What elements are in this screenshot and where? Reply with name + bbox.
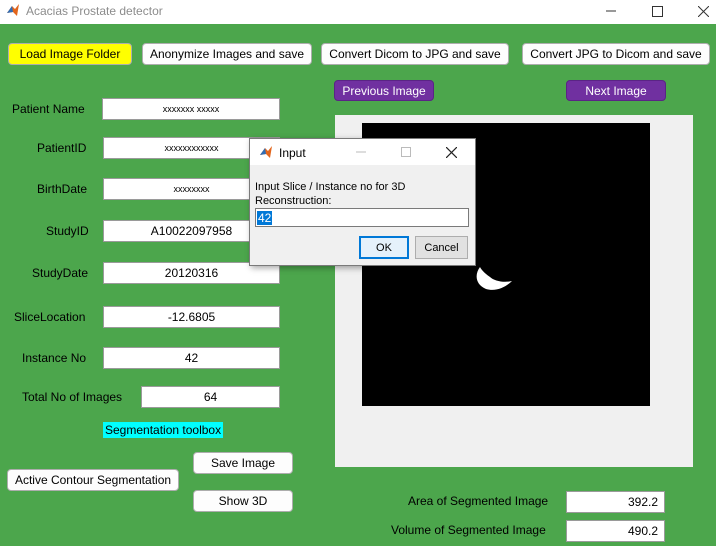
dialog-maximize-button[interactable]	[391, 141, 421, 163]
volume-label: Volume of Segmented Image	[391, 523, 546, 537]
instance-no-label: Instance No	[22, 351, 87, 365]
save-image-button[interactable]: Save Image	[193, 452, 293, 474]
show-3d-button[interactable]: Show 3D	[193, 490, 293, 512]
dialog-prompt: Input Slice / Instance no for 3D Reconst…	[255, 181, 406, 207]
total-images-field[interactable]: 64	[141, 386, 280, 408]
instance-no-field[interactable]: 42	[103, 347, 280, 369]
volume-field[interactable]: 490.2	[566, 520, 665, 542]
dialog-minimize-button[interactable]	[346, 141, 376, 163]
dialog-title: Input	[279, 146, 306, 160]
slice-location-label: SliceLocation	[14, 310, 86, 324]
minimize-button[interactable]	[588, 0, 634, 22]
patient-id-label: PatientID	[37, 141, 87, 155]
slice-location-field[interactable]: -12.6805	[103, 306, 280, 328]
dicom-to-jpg-button[interactable]: Convert Dicom to JPG and save	[321, 43, 509, 65]
ok-button[interactable]: OK	[359, 236, 409, 259]
maximize-button[interactable]	[634, 0, 680, 22]
anonymize-button[interactable]: Anonymize Images and save	[142, 43, 312, 65]
dialog-close-button[interactable]	[436, 141, 466, 163]
matlab-icon	[260, 146, 272, 158]
patient-name-field[interactable]: xxxxxxx xxxxx	[102, 98, 280, 120]
window-title: Acacias Prostate detector	[26, 4, 163, 18]
close-icon	[445, 146, 457, 158]
input-dialog: Input Input Slice / Instance no for 3D R…	[249, 138, 476, 266]
study-id-label: StudyID	[46, 224, 89, 238]
area-field[interactable]: 392.2	[566, 491, 665, 513]
birthdate-label: BirthDate	[37, 182, 88, 196]
close-icon	[697, 5, 709, 17]
maximize-icon	[401, 147, 411, 157]
minimize-icon	[606, 10, 616, 12]
dialog-title-bar: Input	[250, 139, 475, 165]
cancel-button[interactable]: Cancel	[415, 236, 468, 259]
maximize-icon	[651, 5, 663, 17]
total-images-label: Total No of Images	[22, 390, 123, 404]
load-image-folder-button[interactable]: Load Image Folder	[8, 43, 132, 65]
patient-name-label: Patient Name	[12, 102, 85, 116]
previous-image-button[interactable]: Previous Image	[334, 80, 434, 101]
active-contour-button[interactable]: Active Contour Segmentation	[7, 469, 179, 491]
minimize-icon	[356, 151, 366, 153]
matlab-icon	[7, 4, 19, 16]
slice-instance-value: 42	[257, 210, 273, 225]
close-button[interactable]	[680, 0, 716, 22]
study-date-label: StudyDate	[32, 266, 89, 280]
area-label: Area of Segmented Image	[408, 494, 549, 508]
segmentation-toolbox-label: Segmentation toolbox	[103, 422, 224, 438]
title-bar: Acacias Prostate detector	[0, 0, 716, 24]
jpg-to-dicom-button[interactable]: Convert JPG to Dicom and save	[522, 43, 710, 65]
slice-instance-input[interactable]: 42	[255, 208, 469, 227]
next-image-button[interactable]: Next Image	[566, 80, 666, 101]
